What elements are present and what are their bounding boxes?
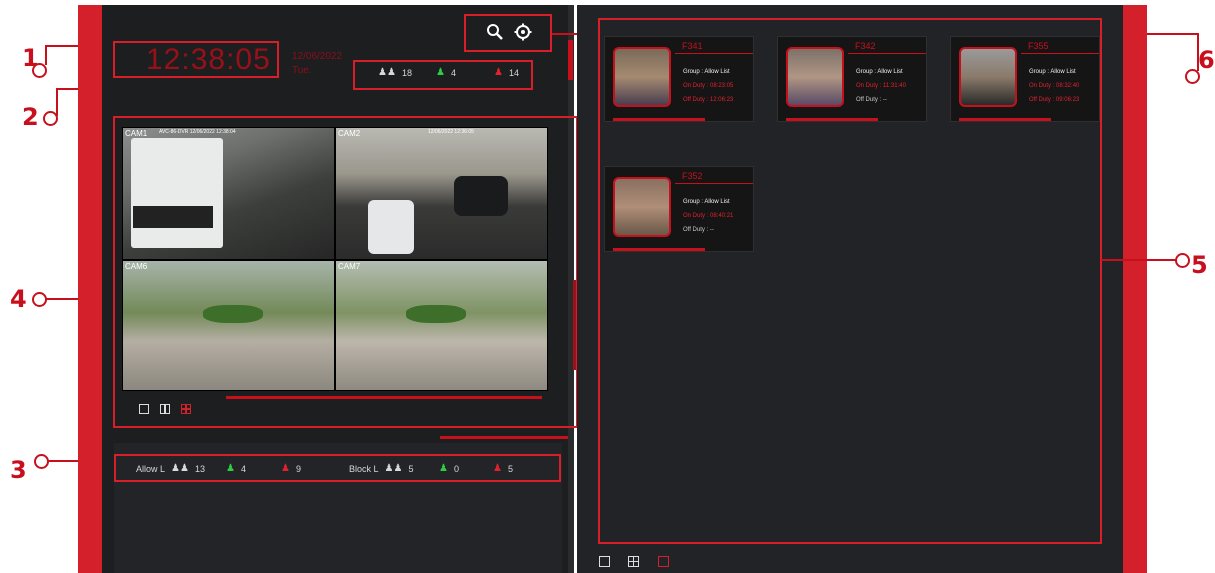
- clock-date: 12/06/2022: [292, 51, 343, 62]
- allow-green: 4: [240, 463, 246, 474]
- left-panel-red-notch: [568, 40, 573, 80]
- allow-green-stat: ♟ 4: [226, 463, 246, 474]
- camera-tile-3[interactable]: CAM6: [123, 261, 334, 390]
- face-card-1-group: Group : Allow List: [683, 69, 730, 75]
- truck-front: [133, 206, 213, 228]
- lower-frame-redline: [440, 436, 568, 439]
- grid-view-icon[interactable]: [628, 556, 639, 567]
- camera-tile-4-label: CAM7: [338, 262, 361, 271]
- planter-1: [203, 305, 263, 323]
- callout-3: 3: [10, 456, 27, 484]
- gear-icon[interactable]: [514, 23, 532, 41]
- face-card-2-group: Group : Allow List: [856, 69, 903, 75]
- person-red-icon: ♟: [281, 463, 290, 474]
- face-card-3-on-duty: On Duty : 08:32:40: [1029, 83, 1080, 89]
- stat-red-value: 14: [508, 67, 519, 78]
- callout-4-marker: [32, 292, 47, 307]
- callout-3-marker: [34, 454, 49, 469]
- face-thumbnail-1: [613, 47, 671, 107]
- person-red-icon: ♟: [493, 463, 502, 474]
- stat-total: ♟♟ 18: [378, 67, 412, 78]
- allow-red-stat: ♟ 9: [281, 463, 301, 474]
- list-view-icon[interactable]: [658, 556, 669, 567]
- callout-2: 2: [22, 103, 39, 131]
- quad-view-icon[interactable]: [181, 404, 191, 414]
- callout-6: 6: [1198, 46, 1215, 74]
- block-green: 0: [453, 463, 459, 474]
- tools-highlight: [464, 14, 552, 52]
- face-card-3-id: F355: [1028, 41, 1049, 51]
- face-card-2-id: F342: [855, 41, 876, 51]
- face-card-4-on-duty: On Duty : 08:40:21: [683, 213, 734, 219]
- camera-tile-4[interactable]: CAM7: [336, 261, 547, 390]
- block-red-stat: ♟ 5: [493, 463, 513, 474]
- camera-tile-1-overlay: AVC-86-DVR 12/06/2022 12:38:04: [159, 129, 236, 135]
- camera-grid: CAM1 AVC-86-DVR 12/06/2022 12:38:04 CAM2…: [122, 127, 548, 391]
- face-card-3[interactable]: F355 Group : Allow List On Duty : 08:32:…: [950, 36, 1100, 122]
- camera-frame-redline: [226, 396, 542, 399]
- people-icon: ♟♟: [171, 463, 189, 474]
- callout-5: 5: [1191, 251, 1208, 279]
- face-thumbnail-2: [786, 47, 844, 107]
- block-red: 5: [507, 463, 513, 474]
- face-card-4-id: F352: [682, 171, 703, 181]
- block-list-label: Block L: [349, 463, 379, 474]
- block-green-stat: ♟ 0: [439, 463, 459, 474]
- clock-weekday: Tue.: [292, 65, 312, 76]
- face-card-1-on-duty: On Duty : 08:23:05: [683, 83, 734, 89]
- car-white: [368, 200, 414, 254]
- clock-time: 12:38:05: [146, 43, 271, 76]
- allow-red: 9: [295, 463, 301, 474]
- callout-4: 4: [10, 285, 27, 313]
- face-thumbnail-3: [959, 47, 1017, 107]
- single-view-icon[interactable]: [599, 556, 610, 567]
- search-icon[interactable]: [486, 23, 504, 41]
- camera-tile-2[interactable]: CAM2 12/06/2022 12:36:05: [336, 128, 547, 259]
- camera-tile-3-label: CAM6: [125, 262, 148, 271]
- allow-list-label: Allow L: [136, 463, 166, 474]
- face-card-1[interactable]: F341 Group : Allow List On Duty : 08:23:…: [604, 36, 754, 122]
- camera-tile-1-label: CAM1: [125, 129, 148, 138]
- stat-green-value: 4: [450, 67, 456, 78]
- stat-red: ♟ 14: [494, 67, 519, 78]
- face-card-1-id: F341: [682, 41, 703, 51]
- face-card-2-on-duty: On Duty : 11:31:40: [856, 83, 906, 89]
- person-green-icon: ♟: [439, 463, 448, 474]
- stat-total-value: 18: [401, 67, 412, 78]
- face-card-3-group: Group : Allow List: [1029, 69, 1076, 75]
- face-card-4-off-duty: Off Duty : --: [683, 227, 714, 233]
- split-view-icon[interactable]: [160, 404, 170, 414]
- person-green-icon: ♟: [226, 463, 235, 474]
- person-red-icon: ♟: [494, 67, 503, 78]
- callout-5-marker: [1175, 253, 1190, 268]
- camera-tile-1[interactable]: CAM1 AVC-86-DVR 12/06/2022 12:38:04: [123, 128, 334, 259]
- right-accent-bar: [1123, 5, 1147, 573]
- block-list-stats: Block L ♟♟ 5: [349, 463, 413, 474]
- allow-list-stats: Allow L ♟♟ 13: [136, 463, 205, 474]
- face-card-2-off-duty: Off Duty : --: [856, 97, 887, 103]
- car-dark: [454, 176, 508, 216]
- people-icon: ♟♟: [378, 67, 396, 78]
- face-card-3-off-duty: Off Duty : 09:06:23: [1029, 97, 1080, 103]
- block-total: 5: [408, 463, 414, 474]
- left-accent-bar: [78, 5, 102, 573]
- people-icon: ♟♟: [384, 463, 403, 474]
- face-card-1-off-duty: Off Duty : 12:06:23: [683, 97, 734, 103]
- truck-shape: [131, 138, 223, 248]
- face-card-4-group: Group : Allow List: [683, 199, 730, 205]
- callout-1-marker: [32, 63, 47, 78]
- person-green-icon: ♟: [436, 67, 445, 78]
- single-view-icon[interactable]: [139, 404, 149, 414]
- face-thumbnail-4: [613, 177, 671, 237]
- camera-tile-2-overlay: 12/06/2022 12:36:05: [428, 129, 474, 135]
- stat-green: ♟ 4: [436, 67, 456, 78]
- face-card-4[interactable]: F352 Group : Allow List On Duty : 08:40:…: [604, 166, 754, 252]
- camera-tile-2-label: CAM2: [338, 129, 361, 138]
- planter-2: [406, 305, 466, 323]
- face-card-2[interactable]: F342 Group : Allow List On Duty : 11:31:…: [777, 36, 927, 122]
- allow-total: 13: [194, 463, 205, 474]
